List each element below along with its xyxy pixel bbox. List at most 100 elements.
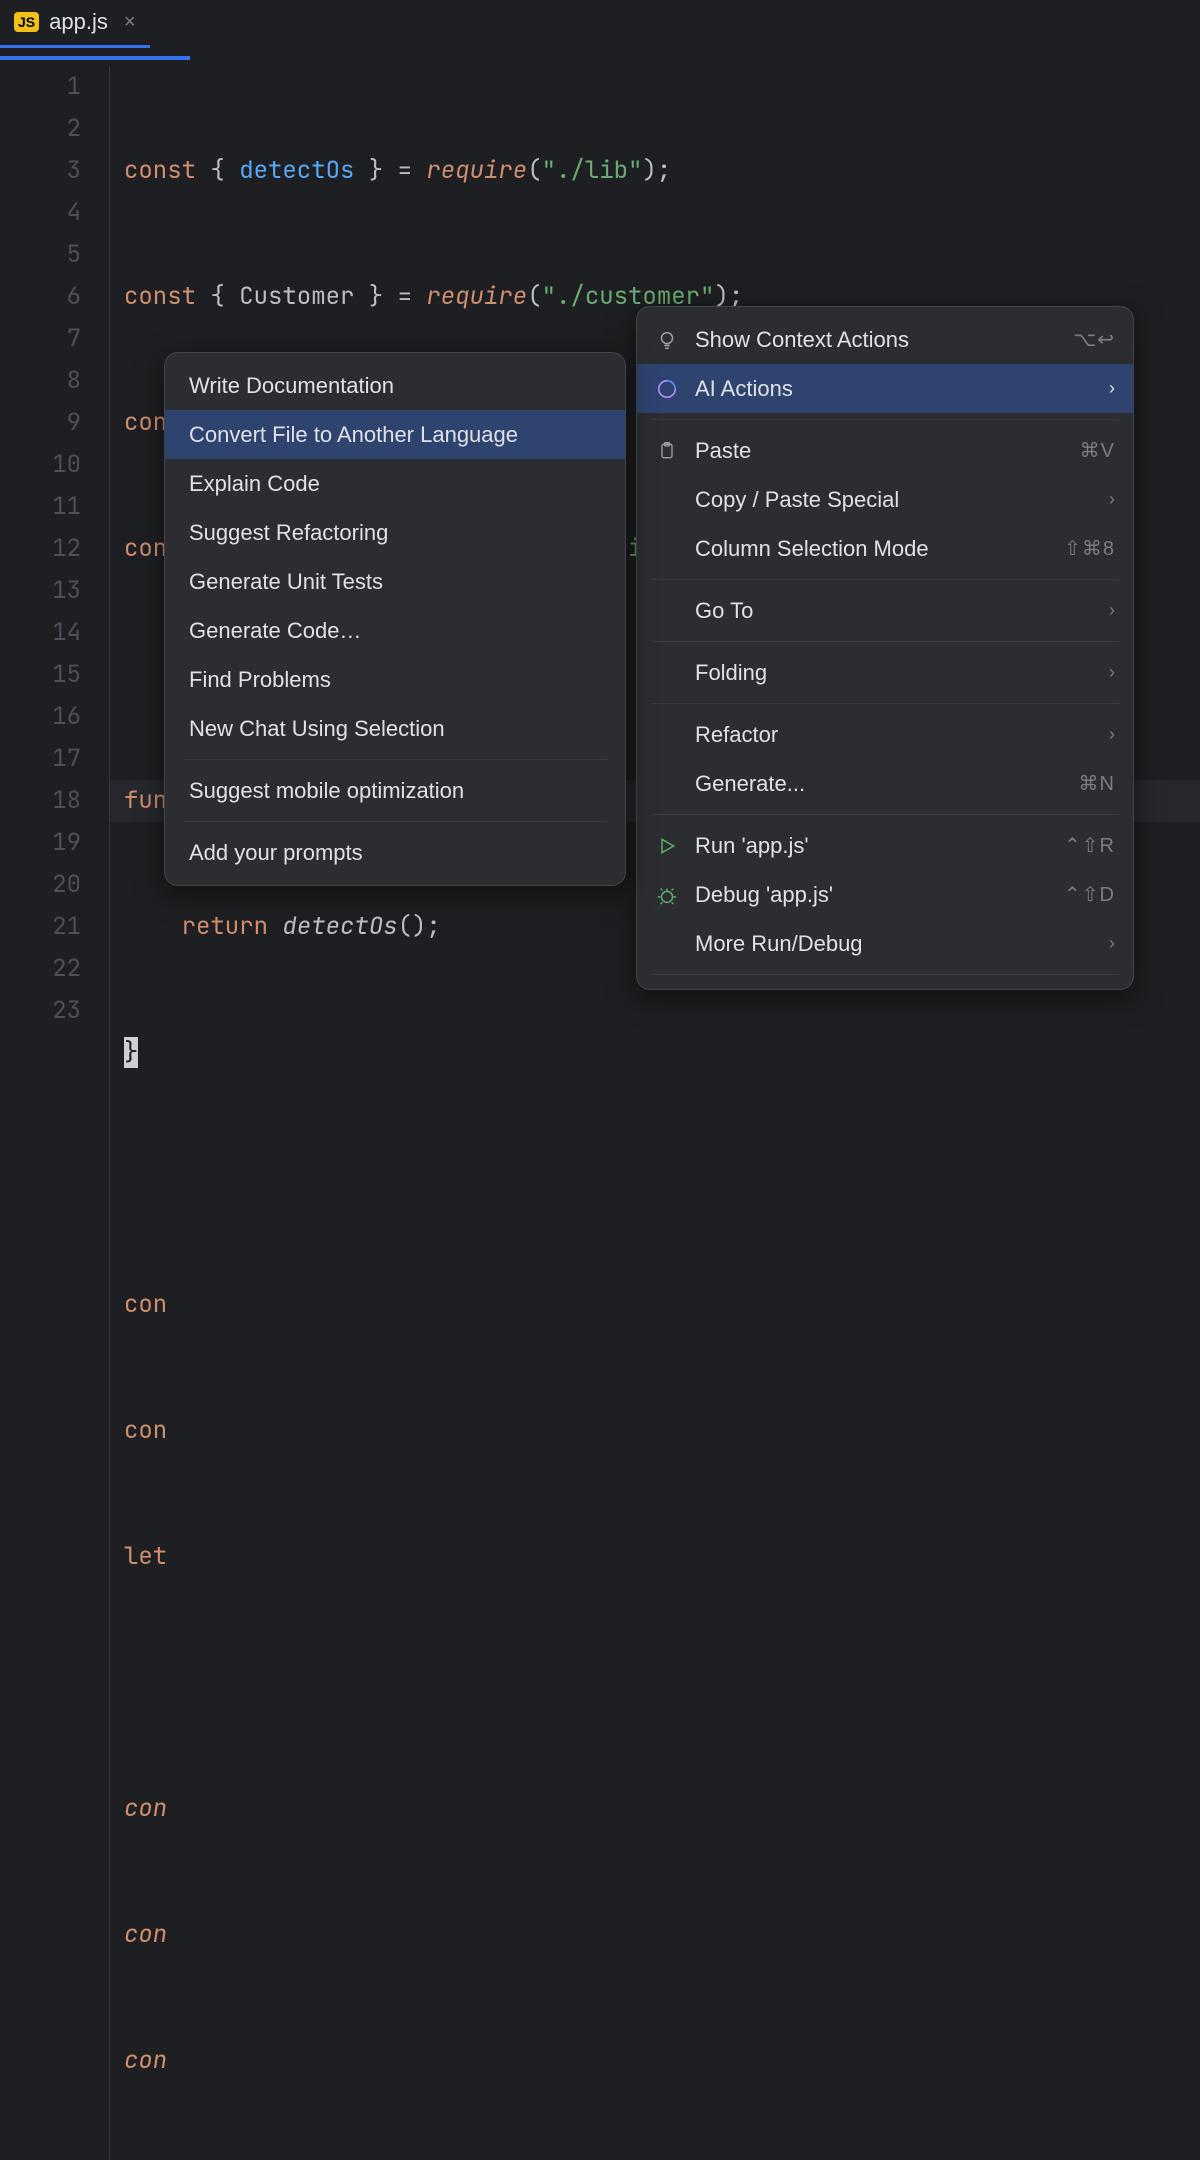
menu-more-run-debug[interactable]: More Run/Debug ›	[637, 919, 1133, 968]
tab-bar: JS app.js ×	[0, 0, 1200, 48]
menu-paste[interactable]: Paste ⌘V	[637, 426, 1133, 475]
menu-item-label: More Run/Debug	[695, 931, 1093, 957]
menu-separator	[651, 641, 1119, 642]
active-tab-indicator	[0, 56, 190, 60]
file-tab[interactable]: JS app.js ×	[0, 0, 150, 48]
code-line: con	[124, 2040, 1200, 2082]
submenu-add-prompts[interactable]: Add your prompts	[165, 828, 625, 877]
editor-context-menu[interactable]: Show Context Actions ⌥↩ AI Actions › Pas…	[636, 306, 1134, 990]
line-number: 2	[0, 108, 81, 150]
line-number: 16	[0, 696, 81, 738]
submenu-generate-code[interactable]: Generate Code…	[165, 606, 625, 655]
submenu-write-documentation[interactable]: Write Documentation	[165, 361, 625, 410]
line-number: 10	[0, 444, 81, 486]
menu-copy-paste-special[interactable]: Copy / Paste Special ›	[637, 475, 1133, 524]
ai-icon	[655, 378, 679, 400]
code-line: let	[124, 1536, 1200, 1578]
line-number: 9	[0, 402, 81, 444]
submenu-generate-unit-tests[interactable]: Generate Unit Tests	[165, 557, 625, 606]
menu-folding[interactable]: Folding ›	[637, 648, 1133, 697]
line-number: 12	[0, 528, 81, 570]
bug-icon	[655, 884, 679, 906]
menu-item-label: Refactor	[695, 722, 1093, 748]
line-number: 13	[0, 570, 81, 612]
menu-item-label: Debug 'app.js'	[695, 882, 1048, 908]
line-number: 8	[0, 360, 81, 402]
menu-refactor[interactable]: Refactor ›	[637, 710, 1133, 759]
menu-item-label: Go To	[695, 598, 1093, 624]
line-number: 19	[0, 822, 81, 864]
menu-separator	[651, 814, 1119, 815]
line-number: 18	[0, 780, 81, 822]
line-number: 3	[0, 150, 81, 192]
line-number: 1	[0, 66, 81, 108]
ai-actions-submenu[interactable]: Write Documentation Convert File to Anot…	[164, 352, 626, 886]
menu-separator	[183, 821, 607, 822]
menu-debug-file[interactable]: Debug 'app.js' ⌃⇧D	[637, 870, 1133, 919]
shortcut-label: ⇧⌘8	[1064, 536, 1115, 561]
menu-item-label: Generate...	[695, 771, 1063, 797]
submenu-convert-file[interactable]: Convert File to Another Language	[165, 410, 625, 459]
chevron-right-icon: ›	[1109, 933, 1115, 954]
line-number: 23	[0, 990, 81, 1032]
line-number: 21	[0, 906, 81, 948]
submenu-explain-code[interactable]: Explain Code	[165, 459, 625, 508]
code-line: }	[124, 1032, 1200, 1074]
shortcut-label: ⌃⇧D	[1064, 882, 1115, 907]
shortcut-label: ⌥↩	[1073, 327, 1115, 352]
chevron-right-icon: ›	[1109, 600, 1115, 621]
submenu-find-problems[interactable]: Find Problems	[165, 655, 625, 704]
line-number: 17	[0, 738, 81, 780]
line-number: 5	[0, 234, 81, 276]
menu-item-label: Run 'app.js'	[695, 833, 1048, 859]
menu-item-label: Folding	[695, 660, 1093, 686]
submenu-suggest-refactoring[interactable]: Suggest Refactoring	[165, 508, 625, 557]
code-line: con	[124, 1914, 1200, 1956]
menu-run-file[interactable]: Run 'app.js' ⌃⇧R	[637, 821, 1133, 870]
menu-separator	[651, 974, 1119, 975]
close-tab-icon[interactable]: ×	[124, 11, 136, 34]
line-number: 11	[0, 486, 81, 528]
shortcut-label: ⌃⇧R	[1064, 833, 1115, 858]
clipboard-icon	[655, 440, 679, 462]
code-line: const { detectOs } = require("./lib");	[124, 150, 1200, 192]
code-line: con	[124, 1284, 1200, 1326]
menu-column-selection[interactable]: Column Selection Mode ⇧⌘8	[637, 524, 1133, 573]
menu-item-label: Column Selection Mode	[695, 536, 1048, 562]
menu-generate[interactable]: Generate... ⌘N	[637, 759, 1133, 808]
menu-separator	[183, 759, 607, 760]
line-number: 6	[0, 276, 81, 318]
code-line	[124, 1662, 1200, 1704]
chevron-right-icon: ›	[1109, 724, 1115, 745]
menu-separator	[651, 579, 1119, 580]
line-gutter: 1 2 3 4 5 6 7 8 9 10 11 12 13 14 15 16 1…	[0, 66, 110, 2160]
menu-separator	[651, 703, 1119, 704]
tab-filename: app.js	[49, 9, 108, 35]
shortcut-label: ⌘N	[1079, 771, 1115, 796]
play-icon	[655, 836, 679, 856]
line-number: 14	[0, 612, 81, 654]
menu-item-label: Paste	[695, 438, 1064, 464]
bulb-icon	[655, 329, 679, 351]
chevron-right-icon: ›	[1109, 378, 1115, 399]
line-number: 15	[0, 654, 81, 696]
menu-item-label: Copy / Paste Special	[695, 487, 1093, 513]
menu-item-label: Show Context Actions	[695, 327, 1057, 353]
code-line	[124, 1158, 1200, 1200]
chevron-right-icon: ›	[1109, 662, 1115, 683]
shortcut-label: ⌘V	[1080, 438, 1115, 463]
line-number: 4	[0, 192, 81, 234]
submenu-mobile-optimization[interactable]: Suggest mobile optimization	[165, 766, 625, 815]
code-line: con	[124, 1788, 1200, 1830]
menu-ai-actions[interactable]: AI Actions ›	[637, 364, 1133, 413]
menu-separator	[651, 419, 1119, 420]
code-line: con	[124, 1410, 1200, 1452]
line-number: 7	[0, 318, 81, 360]
menu-show-context-actions[interactable]: Show Context Actions ⌥↩	[637, 315, 1133, 364]
menu-item-label: AI Actions	[695, 376, 1093, 402]
submenu-new-chat[interactable]: New Chat Using Selection	[165, 704, 625, 753]
chevron-right-icon: ›	[1109, 489, 1115, 510]
line-number: 22	[0, 948, 81, 990]
js-file-icon: JS	[14, 12, 39, 32]
menu-go-to[interactable]: Go To ›	[637, 586, 1133, 635]
